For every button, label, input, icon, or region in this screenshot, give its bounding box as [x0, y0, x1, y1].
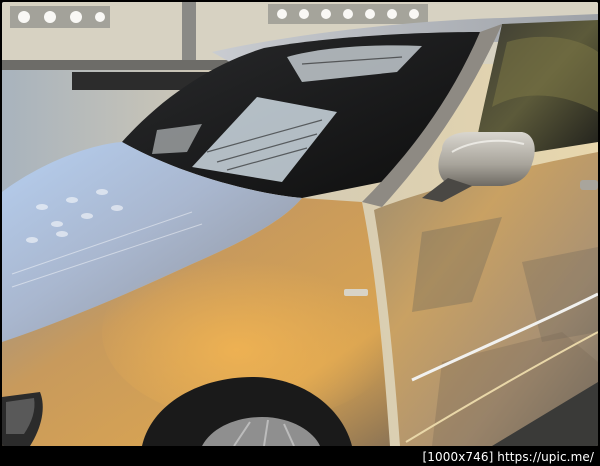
photo-frame: [1000x746] https://upic.me/ [0, 0, 600, 466]
car-scene [2, 2, 598, 446]
car-photo [2, 2, 598, 446]
side-mirror [438, 132, 535, 186]
side-emblem [344, 289, 368, 296]
footer-bar: [1000x746] https://upic.me/ [0, 446, 600, 466]
image-caption: [1000x746] https://upic.me/ [422, 450, 594, 464]
